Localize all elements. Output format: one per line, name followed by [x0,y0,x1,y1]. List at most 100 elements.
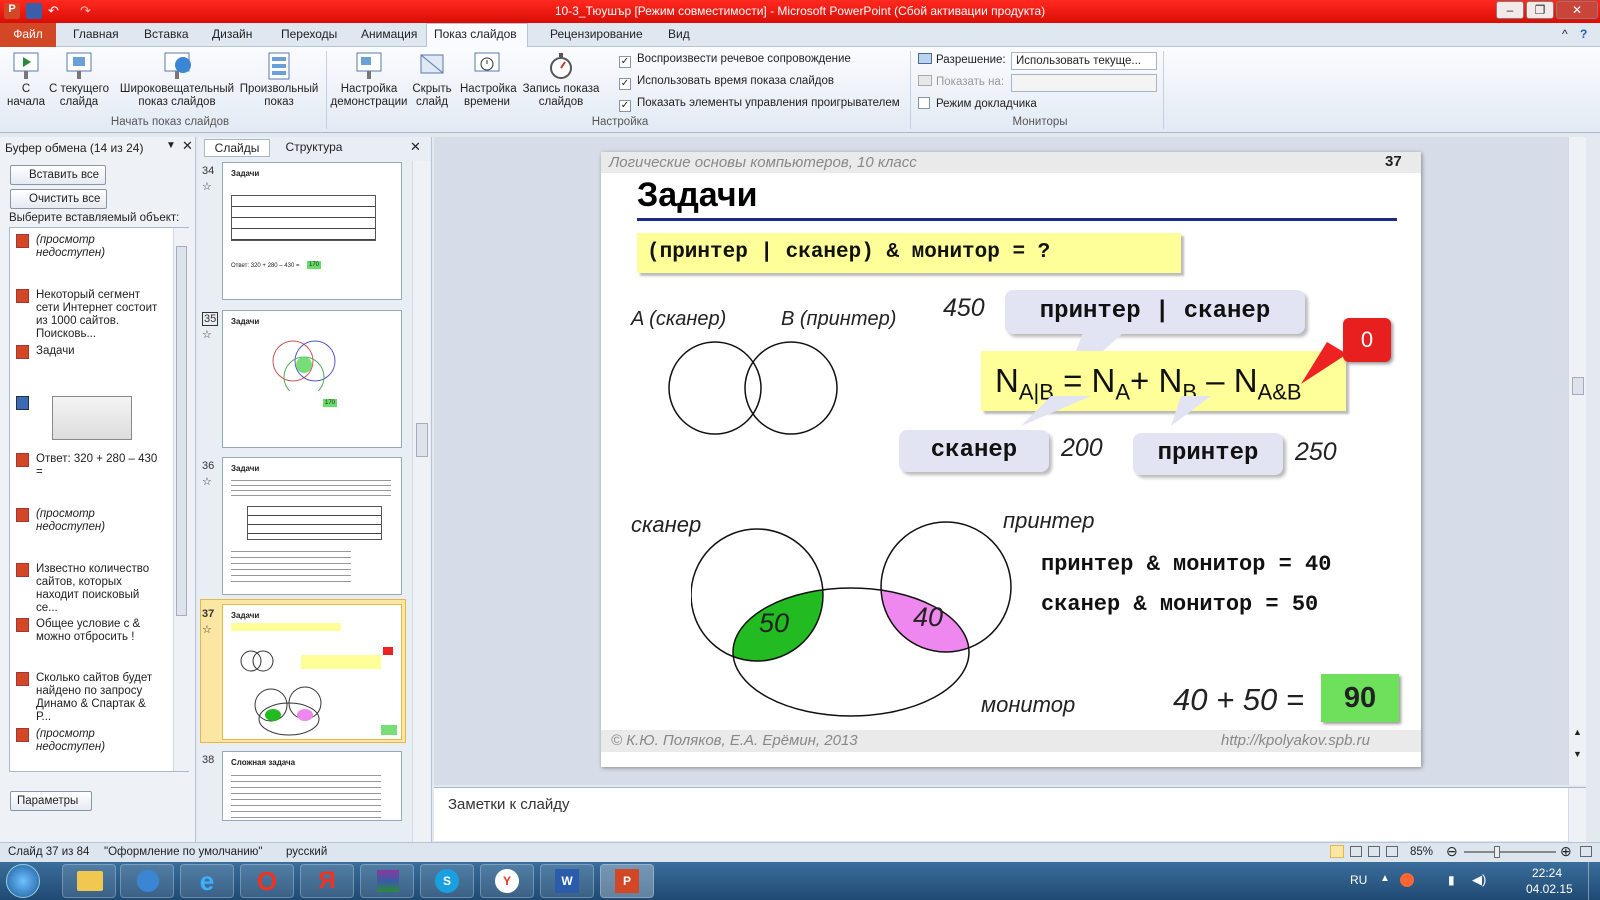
show-on-select[interactable] [1011,74,1157,92]
clipboard-item[interactable]: Ответ: 320 + 280 – 430 = [14,453,164,479]
clip-item-text: Ответ: 320 + 280 – 430 = [36,453,158,478]
language[interactable]: русский [286,846,327,858]
internet-explorer-icon[interactable]: e [180,864,234,898]
setup-show-button[interactable]: Настройка демонстрации [330,51,408,109]
zoom-level[interactable]: 85% [1410,846,1433,858]
word-icon[interactable]: W [540,864,594,898]
winrar-icon[interactable] [360,864,414,898]
zoom-slider-thumb[interactable] [1494,846,1500,858]
slide-sorter-icon[interactable] [1350,846,1362,857]
clipboard-scrollbar[interactable] [173,228,189,771]
monitor-icon [918,75,932,86]
slide-thumbnail-38[interactable]: Сложная задача [222,751,402,821]
slide-canvas[interactable]: Логические основы компьютеров, 10 класс … [601,152,1421,767]
tab-outline[interactable]: Структура [276,139,352,157]
presenter-mode-checkbox[interactable]: Режим докладчика [918,97,1037,110]
input-language[interactable]: RU [1350,873,1367,887]
editor-scrollbar[interactable]: ▲ ▼ [1568,137,1586,785]
scroll-thumb[interactable] [416,423,428,457]
clipboard-item[interactable]: Общее условие с & можно отбросить ! [14,618,164,644]
media-player-icon[interactable] [120,864,174,898]
ribbon-collapse-icon[interactable]: ^ [1562,27,1568,41]
hide-slide-button[interactable]: Скрыть слайд [410,51,454,109]
tray-expand-icon[interactable]: ▲ [1380,873,1390,884]
powerpoint-taskbar-icon[interactable]: P [600,864,654,898]
tab-slides[interactable]: Слайды [204,139,270,157]
from-current-button[interactable]: С текущего слайда [48,51,110,109]
clipboard-item[interactable]: Сколько сайтов будет найдено по запросу … [14,672,164,724]
clip-item-text: (просмотр недоступен) [36,728,106,753]
zoom-slider[interactable] [1464,846,1556,858]
clipboard-item[interactable] [14,396,164,444]
tray-record-icon[interactable] [1400,873,1414,887]
notes-scrollbar[interactable] [1568,788,1586,842]
volume-icon[interactable]: ◀) [1472,872,1486,888]
record-show-button[interactable]: Запись показа слайдов [516,51,606,109]
start-button-icon[interactable] [6,864,40,898]
slide-thumbnail-35[interactable]: Задачи 170 [222,310,402,448]
yandex-browser-icon[interactable]: Y [480,864,534,898]
clipboard-item[interactable]: (просмотр недоступен) [14,234,164,260]
chevron-down-icon[interactable]: ▼ [166,140,176,151]
scroll-thumb[interactable] [176,246,187,616]
broadcast-button[interactable]: Широковещательный показ слайдов [116,51,238,109]
tab-slideshow[interactable]: Показ слайдов [434,27,517,41]
use-timings-checkbox[interactable]: ✓ Использовать время показа слайдов [619,75,834,90]
reading-view-icon[interactable] [1368,846,1380,857]
ribbon: С начала С текущего слайда Широковещател… [0,47,1600,133]
yandex-icon[interactable]: Я [300,864,354,898]
maximize-button[interactable]: ❐ [1526,1,1554,19]
rehearse-timings-button[interactable]: Настройка времени [460,51,517,109]
slide-thumbnail-37[interactable]: Задачи [222,604,402,740]
opera-icon[interactable]: O [240,864,294,898]
clipboard-pane: Буфер обмена (14 из 24) ▼ ✕ Вставить все… [0,137,196,842]
options-button[interactable]: Параметры [10,791,92,811]
media-controls-checkbox[interactable]: ✓ Показать элементы управления проигрыват… [619,97,900,112]
tab-transitions[interactable]: Переходы [281,27,337,41]
fit-window-icon[interactable] [1580,846,1592,857]
resolution-select[interactable]: Использовать текуще... [1011,52,1157,70]
notes-pane[interactable]: Заметки к слайду [434,787,1586,842]
explorer-icon[interactable] [62,864,116,898]
clipboard-item[interactable]: Задачи [14,345,164,359]
clear-all-button[interactable]: Очистить все [10,189,108,209]
clipboard-item[interactable]: Известно количество сайтов, которых нахо… [14,563,164,615]
next-slide-icon[interactable]: ▼ [1573,749,1582,759]
tab-insert[interactable]: Вставка [144,27,189,41]
help-icon[interactable]: ? [1580,27,1587,41]
network-icon[interactable]: ▮ [1448,873,1455,887]
tab-review[interactable]: Рецензирование [550,27,643,41]
zoom-out-icon[interactable]: ⊖ [1446,843,1458,860]
clipboard-item[interactable]: Некоторый сегмент сети Интернет состоит … [14,289,164,341]
close-icon[interactable]: ✕ [182,138,193,154]
close-icon[interactable]: ✕ [410,139,421,155]
clock-date[interactable]: 04.02.15 [1526,882,1573,896]
tab-view[interactable]: Вид [668,27,690,41]
prev-slide-icon[interactable]: ▲ [1573,727,1582,737]
slides-scrollbar[interactable] [412,161,430,842]
scroll-thumb[interactable] [1572,377,1584,395]
slide-thumbnail-34[interactable]: Задачи Ответ: 320 + 280 – 430 = 170 [222,162,402,300]
tab-animation[interactable]: Анимация [361,27,417,41]
clipboard-item[interactable]: (просмотр недоступен) [14,728,164,754]
skype-icon[interactable]: S [420,864,474,898]
slideshow-view-icon[interactable] [1386,846,1398,857]
minimize-button[interactable]: – [1496,1,1524,19]
theme-name[interactable]: "Оформление по умолчанию" [104,846,262,858]
tab-home[interactable]: Главная [73,27,119,41]
normal-view-icon[interactable] [1330,845,1344,858]
tab-design[interactable]: Дизайн [212,27,252,41]
from-start-button[interactable]: С начала [4,51,48,109]
paste-all-button[interactable]: Вставить все [10,165,107,185]
narration-checkbox[interactable]: ✓ Воспроизвести речевое сопровождение [619,53,851,68]
slides-pane: Слайды Структура ✕ 34 ☆ Задачи Ответ: 32… [198,137,432,842]
tab-file[interactable]: Файл [0,23,56,47]
clock-time[interactable]: 22:24 [1532,866,1562,880]
show-desktop-button[interactable] [1588,862,1600,900]
close-button[interactable]: ✕ [1556,1,1598,19]
media-controls-label: Показать элементы управления проигрывате… [637,97,900,109]
clipboard-item[interactable]: (просмотр недоступен) [14,508,164,534]
slide-thumbnail-36[interactable]: Задачи [222,457,402,595]
custom-show-button[interactable]: Произвольный показ [238,51,320,109]
zoom-in-icon[interactable]: ⊕ [1560,843,1572,860]
